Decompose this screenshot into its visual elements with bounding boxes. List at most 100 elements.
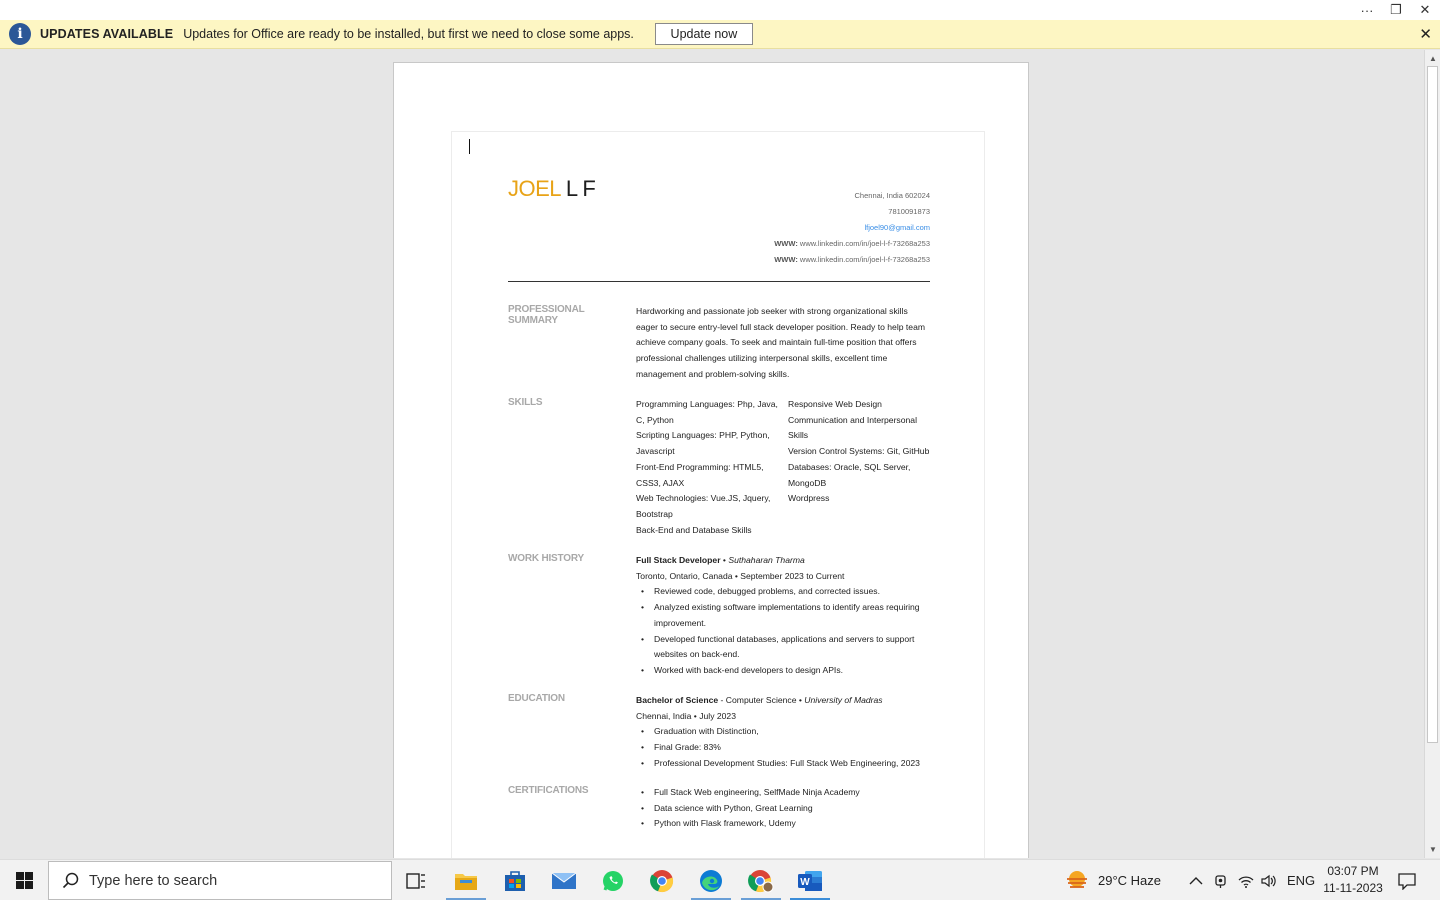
skill-item: Communication and Interpersonal Skills — [788, 414, 917, 441]
skills-column-right: Responsive Web Design Communication and … — [788, 397, 934, 538]
update-message: Updates for Office are ready to be insta… — [183, 27, 634, 41]
certifications-content: Full Stack Web engineering, SelfMade Nin… — [636, 785, 930, 832]
section-label: PROFESSIONAL SUMMARY — [508, 304, 585, 326]
text-cursor — [469, 139, 470, 154]
info-icon: i — [9, 23, 31, 45]
vertical-scrollbar[interactable]: ▲ ▼ — [1424, 50, 1440, 858]
microsoft-store-icon[interactable] — [491, 860, 539, 900]
work-content: Full Stack Developer • Suthaharan Tharma… — [636, 553, 930, 679]
resume-name: JOEL L F — [508, 176, 596, 202]
education-bullets: Graduation with Distinction, Final Grade… — [636, 724, 930, 771]
restore-window-icon[interactable]: ❐ — [1381, 0, 1411, 20]
job-title: Full Stack Developer — [636, 555, 721, 565]
divider — [508, 281, 930, 282]
more-options-icon[interactable]: ··· — [1352, 0, 1382, 20]
skill-item: Scripting Languages: PHP, Python, Javasc… — [636, 430, 770, 457]
network-icon[interactable] — [1237, 860, 1255, 900]
degree: Bachelor of Science — [636, 695, 719, 705]
certification-bullets: Full Stack Web engineering, SelfMade Nin… — [636, 785, 930, 832]
section-label: CERTIFICATIONS — [508, 785, 589, 796]
clock[interactable]: 03:07 PM 11-11-2023 — [1318, 863, 1388, 897]
task-view-icon[interactable] — [392, 860, 440, 900]
close-update-bar-icon[interactable]: ✕ — [1419, 25, 1432, 43]
edge-icon[interactable] — [687, 860, 735, 900]
section-label: WORK HISTORY — [508, 553, 584, 564]
search-placeholder: Type here to search — [89, 872, 218, 889]
skill-item: Front-End Programming: HTML5, CSS3, AJAX — [636, 461, 764, 488]
skill-item: Wordpress — [788, 493, 830, 504]
weather-widget[interactable]: 29°C Haze — [1064, 860, 1161, 900]
meet-now-icon[interactable] — [1213, 860, 1229, 900]
weather-text: 29°C Haze — [1098, 873, 1162, 888]
window-titlebar: ··· ❐ ✕ — [0, 0, 1440, 20]
www-label: WWW: — [774, 239, 798, 248]
clock-date: 11-11-2023 — [1323, 881, 1383, 895]
skill-item: Databases: Oracle, SQL Server, MongoDB — [788, 461, 911, 488]
windows-logo-icon — [15, 872, 33, 889]
notifications-icon[interactable] — [1397, 860, 1417, 900]
job-bullets: Reviewed code, debugged problems, and co… — [636, 584, 930, 678]
mail-icon[interactable] — [540, 860, 588, 900]
search-icon — [61, 871, 81, 891]
contact-phone: 7810091873 — [888, 207, 930, 216]
skills-grid: Programming Languages: Php, Java, C, Pyt… — [636, 397, 930, 538]
svg-text:W: W — [800, 877, 810, 888]
taskbar: Type here to search W 29°C Haze ENG 03:0… — [0, 859, 1440, 900]
degree-heading: Bachelor of Science - Computer Science •… — [636, 693, 930, 709]
taskbar-search-box[interactable]: Type here to search — [48, 861, 392, 900]
linkedin-link[interactable]: www.linkedin.com/in/joel-l-f-73268a253 — [800, 255, 930, 264]
linkedin-link[interactable]: www.linkedin.com/in/joel-l-f-73268a253 — [800, 239, 930, 248]
document-page[interactable]: JOEL L F Chennai, India 602024 781009187… — [393, 62, 1029, 858]
chrome-profile-icon[interactable] — [737, 860, 785, 900]
section-label: SKILLS — [508, 397, 543, 408]
summary-text: Hardworking and passionate job seeker wi… — [636, 306, 926, 379]
list-item: Analyzed existing software implementatio… — [636, 600, 930, 631]
list-item: Graduation with Distinction, — [636, 724, 930, 740]
employer: Suthaharan Tharma — [728, 555, 805, 565]
clock-time: 03:07 PM — [1327, 864, 1379, 878]
close-window-icon[interactable]: ✕ — [1410, 0, 1440, 20]
school: University of Madras — [804, 695, 883, 705]
list-item: Final Grade: 83% — [636, 740, 930, 756]
first-name: JOEL — [508, 176, 561, 201]
contact-location: Chennai, India 602024 — [854, 191, 930, 200]
list-item: Developed functional databases, applicat… — [636, 632, 930, 663]
skill-item: Programming Languages: Php, Java, C, Pyt… — [636, 399, 778, 425]
field-of-study: - Computer Science • — [718, 695, 805, 705]
update-now-button[interactable]: Update now — [654, 23, 753, 45]
chrome-icon[interactable] — [638, 860, 686, 900]
update-title: UPDATES AVAILABLE — [40, 27, 174, 41]
skills-column-left: Programming Languages: Php, Java, C, Pyt… — [636, 397, 784, 538]
list-item: Worked with back-end developers to desig… — [636, 663, 930, 679]
last-name: L F — [565, 176, 596, 201]
list-item: Professional Development Studies: Full S… — [636, 756, 930, 772]
skill-item: Version Control Systems: Git, GitHub — [788, 446, 930, 457]
job-location-dates: Toronto, Ontario, Canada • September 202… — [636, 570, 845, 581]
whatsapp-icon[interactable] — [589, 860, 637, 900]
education-content: Bachelor of Science - Computer Science •… — [636, 693, 930, 772]
word-icon[interactable]: W — [786, 860, 834, 900]
show-hidden-icons-icon[interactable] — [1188, 860, 1204, 900]
language-text: ENG — [1287, 873, 1316, 888]
contact-www-1: WWW: www.linkedin.com/in/joel-l-f-73268a… — [774, 236, 930, 252]
skill-item: Web Technologies: Vue.JS, Jquery, Bootst… — [636, 493, 771, 519]
list-item: Full Stack Web engineering, SelfMade Nin… — [636, 785, 930, 801]
language-indicator[interactable]: ENG — [1287, 860, 1315, 900]
contact-www-2: WWW: www.linkedin.com/in/joel-l-f-73268a… — [774, 252, 930, 268]
contact-email[interactable]: lfjoel90@gmail.com — [774, 220, 930, 236]
skill-item: Back-End and Database Skills — [636, 524, 752, 535]
scrollbar-thumb[interactable] — [1427, 66, 1438, 743]
list-item: Data science with Python, Great Learning — [636, 801, 930, 817]
file-explorer-icon[interactable] — [442, 860, 490, 900]
document-canvas[interactable]: JOEL L F Chennai, India 602024 781009187… — [0, 50, 1424, 858]
scroll-down-arrow-icon[interactable]: ▼ — [1425, 842, 1440, 856]
education-location-date: Chennai, India • July 2023 — [636, 710, 736, 721]
scroll-up-arrow-icon[interactable]: ▲ — [1425, 51, 1440, 65]
job-heading: Full Stack Developer • Suthaharan Tharma — [636, 553, 930, 569]
start-button[interactable] — [0, 860, 48, 900]
contact-block: Chennai, India 602024 7810091873 lfjoel9… — [774, 188, 930, 268]
skill-item: Responsive Web Design — [788, 399, 882, 409]
www-label: WWW: — [774, 255, 798, 264]
volume-icon[interactable] — [1260, 860, 1278, 900]
update-notification-bar: i UPDATES AVAILABLE Updates for Office a… — [0, 20, 1440, 49]
